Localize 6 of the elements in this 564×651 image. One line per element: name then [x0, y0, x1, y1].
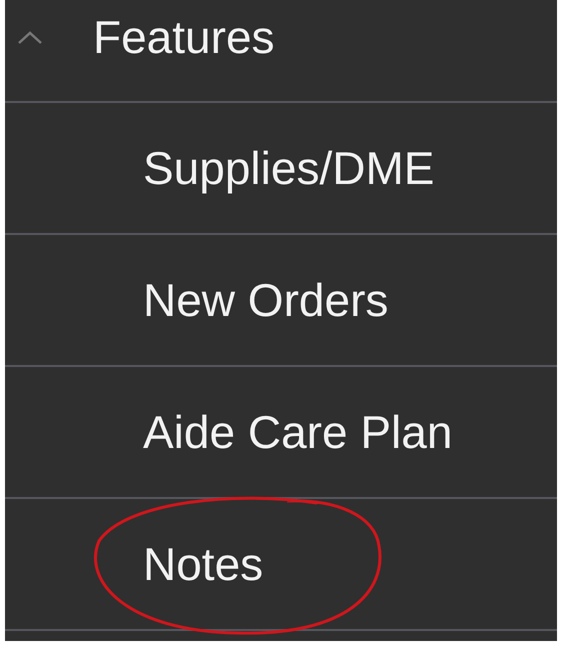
- menu-item[interactable]: Aide Care Plan: [143, 406, 452, 458]
- section-title[interactable]: Features: [93, 0, 275, 63]
- menu-item[interactable]: Supplies/DME: [143, 142, 434, 194]
- chevron-up-icon[interactable]: [17, 30, 43, 46]
- menu-item[interactable]: Notes: [143, 538, 264, 590]
- menu-item[interactable]: New Orders: [143, 274, 388, 326]
